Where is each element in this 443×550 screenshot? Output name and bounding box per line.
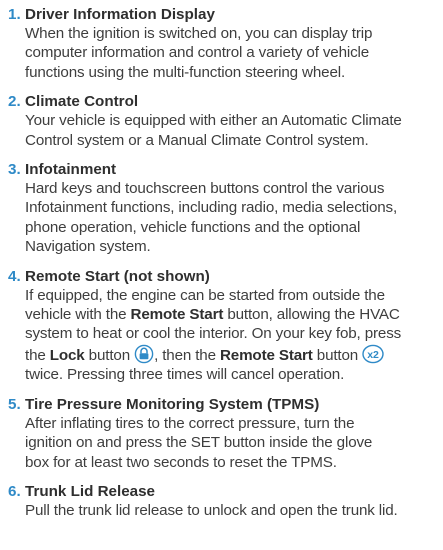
item-number: 5. — [8, 395, 21, 413]
item-title: 3. Infotainment — [8, 160, 443, 179]
item-body: When the ignition is switched on, you ca… — [25, 24, 443, 82]
body-line: system to heat or cool the interior. On … — [25, 325, 402, 343]
remote-start-label: Remote Start — [130, 306, 224, 324]
text-run: the — [25, 346, 50, 364]
item-body: After inflating tires to the correct pre… — [25, 414, 443, 472]
body-line: Infotainment functions, including radio,… — [25, 199, 398, 217]
item-title: 2. Climate Control — [8, 92, 443, 111]
item-remote-start: 4. Remote Start (not shown) If equipped, … — [8, 267, 443, 385]
body-line: computer information and control a varie… — [25, 44, 370, 62]
body-line: vehicle with the Remote Start button, al… — [25, 305, 443, 324]
item-heading: Driver Information Display — [25, 6, 215, 23]
body-line: the Lock button , then the Remote Start … — [25, 344, 443, 365]
x2-icon-text: x2 — [367, 349, 379, 361]
document-page: 1. Driver Information Display When the ig… — [0, 0, 443, 550]
body-line: Hard keys and touchscreen buttons contro… — [25, 180, 385, 198]
item-heading: Remote Start (not shown) — [25, 267, 210, 285]
body-line: Control system or a Manual Climate Contr… — [25, 131, 369, 149]
body-line: When the ignition is switched on, you ca… — [25, 25, 373, 42]
item-title: 5. Tire Pressure Monitoring System (TPMS) — [8, 395, 443, 414]
body-line: functions using the multi-function steer… — [25, 63, 346, 81]
item-number: 3. — [8, 161, 21, 179]
item-number: 6. — [8, 482, 21, 500]
item-tpms: 5. Tire Pressure Monitoring System (TPMS)… — [8, 395, 443, 472]
item-title: 6. Trunk Lid Release — [8, 482, 443, 501]
body-line: twice. Pressing three times will cancel … — [25, 366, 345, 384]
body-line: ignition on and press the SET button ins… — [25, 434, 373, 452]
item-driver-information-display: 1. Driver Information Display When the ig… — [8, 5, 443, 82]
text-run: vehicle with the — [25, 306, 131, 324]
text-run: button — [84, 346, 135, 364]
item-title: 1. Driver Information Display — [8, 5, 443, 24]
item-heading: Trunk Lid Release — [25, 482, 155, 500]
item-number: 1. — [8, 6, 21, 23]
item-body: Hard keys and touchscreen buttons contro… — [25, 179, 443, 257]
x2-icon: x2 — [362, 344, 384, 364]
item-body: If equipped, the engine can be started f… — [25, 286, 443, 385]
item-climate-control: 2. Climate Control Your vehicle is equipp… — [8, 92, 443, 150]
body-line: Navigation system. — [25, 238, 151, 256]
item-body: Pull the trunk lid release to unlock and… — [25, 501, 443, 520]
item-body: Your vehicle is equipped with either an … — [25, 111, 443, 150]
body-line: box for at least two seconds to reset th… — [25, 453, 337, 471]
item-title: 4. Remote Start (not shown) — [8, 267, 443, 286]
item-number: 2. — [8, 93, 21, 111]
lock-icon — [134, 344, 154, 364]
text-run: button — [312, 346, 363, 364]
item-heading: Infotainment — [25, 161, 117, 179]
remote-start-label: Remote Start — [219, 346, 313, 364]
body-line: Your vehicle is equipped with either an … — [25, 112, 402, 130]
text-run: , then the — [154, 346, 220, 364]
text-run: button, allowing the HVAC — [223, 306, 400, 324]
item-infotainment: 3. Infotainment Hard keys and touchscreen… — [8, 160, 443, 257]
item-number: 4. — [8, 267, 21, 285]
item-trunk-lid-release: 6. Trunk Lid Release Pull the trunk lid r… — [8, 482, 443, 520]
body-line: Pull the trunk lid release to unlock and… — [25, 501, 398, 519]
lock-label: Lock — [49, 346, 85, 364]
body-line: After inflating tires to the correct pre… — [25, 414, 355, 432]
item-heading: Tire Pressure Monitoring System (TPMS) — [25, 395, 320, 413]
body-line: If equipped, the engine can be started f… — [25, 286, 385, 304]
body-line: phone operation, vehicle functions and t… — [25, 218, 361, 236]
item-heading: Climate Control — [25, 93, 139, 111]
